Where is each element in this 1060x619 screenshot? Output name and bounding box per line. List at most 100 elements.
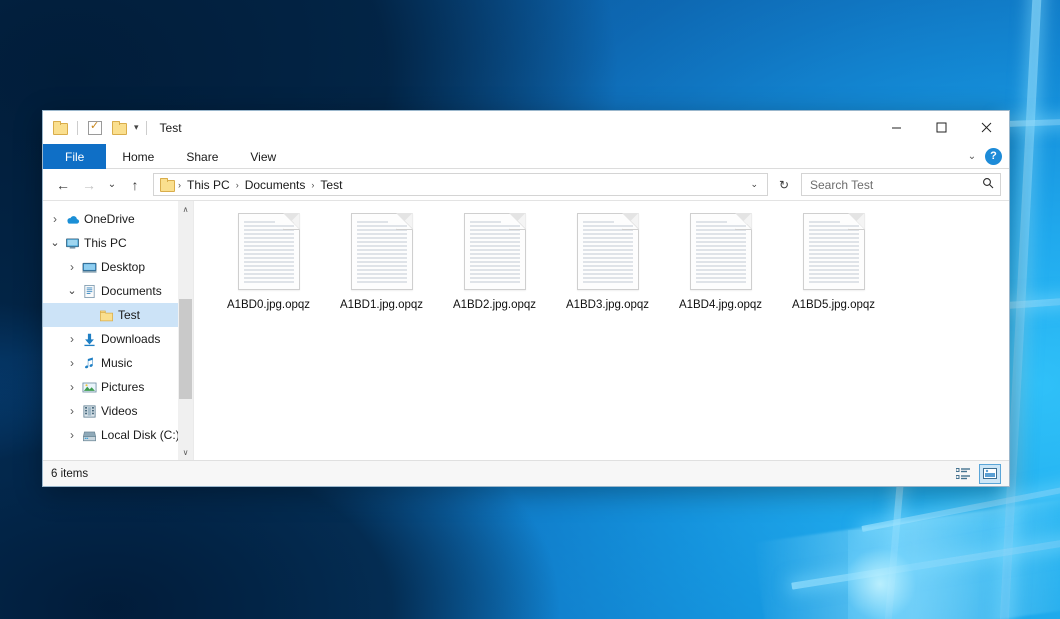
file-name-label: A1BD5.jpg.opqz: [792, 299, 875, 311]
chevron-right-icon[interactable]: ›: [64, 380, 80, 394]
folder-tree: ›OneDrive⌄This PC›Desktop⌄DocumentsTest›…: [43, 207, 193, 447]
sidebar-item-this-pc[interactable]: ⌄ This PC: [43, 231, 193, 255]
file-item[interactable]: A1BD1.jpg.opqz: [325, 209, 438, 327]
sidebar-item-videos[interactable]: › Videos: [43, 399, 193, 423]
desktop-icon: [80, 260, 98, 275]
breadcrumb-item-test[interactable]: Test: [315, 178, 347, 192]
sidebar-item-pictures[interactable]: › Pictures: [43, 375, 193, 399]
chevron-down-icon[interactable]: ⌄: [64, 288, 80, 294]
breadcrumb: › This PC › Documents › Test: [158, 178, 745, 192]
address-bar-row: ← → ⌄ ↑ › This PC › Documents › Test ⌄ ↻: [43, 169, 1009, 200]
maximize-icon: [936, 122, 947, 133]
sidebar-item-downloads[interactable]: ›Downloads: [43, 327, 193, 351]
pictures-icon: [80, 380, 98, 395]
documents-icon: [80, 284, 98, 299]
close-button[interactable]: [964, 111, 1009, 144]
search-input[interactable]: [808, 177, 982, 193]
explorer-body: ›OneDrive⌄This PC›Desktop⌄DocumentsTest›…: [43, 200, 1009, 460]
chevron-right-icon[interactable]: ›: [64, 428, 80, 442]
minimize-button[interactable]: [874, 111, 919, 144]
tab-share[interactable]: Share: [170, 144, 234, 169]
chevron-right-icon[interactable]: ›: [64, 260, 80, 274]
window-controls: [874, 111, 1009, 144]
title-bar: ▾ Test: [43, 111, 1009, 144]
large-icons-view-icon: [983, 468, 997, 479]
file-item[interactable]: A1BD5.jpg.opqz: [777, 209, 890, 327]
sidebar-item-label: Desktop: [98, 260, 145, 274]
chevron-down-icon[interactable]: ⌄: [47, 240, 63, 246]
sidebar-item-label: OneDrive: [81, 212, 135, 226]
chevron-right-icon[interactable]: ›: [47, 212, 63, 226]
ribbon-right-controls: ⌄ ?: [961, 144, 1009, 168]
sidebar-item-label: Music: [98, 356, 132, 370]
sidebar-item-documents[interactable]: ⌄Documents: [43, 279, 193, 303]
new-folder-icon[interactable]: [109, 118, 129, 138]
sidebar-item-label: Test: [115, 308, 140, 322]
chevron-down-icon[interactable]: ⌄: [961, 145, 983, 167]
sidebar-item-label: Videos: [98, 404, 137, 418]
refresh-button[interactable]: ↻: [773, 173, 795, 196]
sidebar-scrollbar[interactable]: ∧ ∨: [178, 201, 193, 460]
folder-icon[interactable]: [50, 118, 70, 138]
onedrive-cloud-icon: [63, 212, 81, 227]
sidebar-item-local-disk-c[interactable]: › Local Disk (C:): [43, 423, 193, 447]
hard-disk-icon: [80, 428, 98, 443]
sidebar-item-label: Pictures: [98, 380, 144, 394]
scroll-down-icon[interactable]: ∨: [178, 444, 193, 460]
folder-icon: [97, 308, 115, 323]
navigation-pane: ›OneDrive⌄This PC›Desktop⌄DocumentsTest›…: [43, 201, 193, 460]
generic-document-icon: [803, 213, 865, 290]
generic-document-icon: [690, 213, 752, 290]
search-box[interactable]: [801, 173, 1001, 196]
maximize-button[interactable]: [919, 111, 964, 144]
up-button[interactable]: ↑: [123, 173, 147, 197]
recent-locations-button[interactable]: ⌄: [103, 173, 121, 197]
sidebar-item-test[interactable]: Test: [43, 303, 193, 327]
status-bar: 6 items: [43, 460, 1009, 486]
desktop-wallpaper: ▾ Test File Home Share View: [0, 0, 1060, 619]
file-list-view[interactable]: A1BD0.jpg.opqz A1BD1.jpg.opqz A1BD2.jpg.op…: [193, 201, 1009, 460]
details-view-button[interactable]: [952, 464, 974, 484]
details-view-icon: [956, 468, 971, 480]
scrollbar-track[interactable]: [178, 217, 193, 444]
file-name-label: A1BD4.jpg.opqz: [679, 299, 762, 311]
search-icon[interactable]: [982, 177, 994, 192]
toolbar-divider: [77, 121, 78, 135]
back-button[interactable]: ←: [51, 173, 75, 197]
sidebar-item-onedrive[interactable]: › OneDrive: [43, 207, 193, 231]
minimize-icon: [891, 122, 902, 133]
sidebar-item-music[interactable]: › Music: [43, 351, 193, 375]
sidebar-item-label: Local Disk (C:): [98, 428, 180, 442]
chevron-down-icon[interactable]: ⌄: [745, 179, 763, 190]
file-explorer-window: ▾ Test File Home Share View: [42, 110, 1010, 487]
file-name-label: A1BD1.jpg.opqz: [340, 299, 423, 311]
scroll-up-icon[interactable]: ∧: [178, 201, 193, 217]
chevron-right-icon[interactable]: ›: [64, 332, 80, 346]
document-lines: [470, 221, 520, 284]
file-item[interactable]: A1BD3.jpg.opqz: [551, 209, 664, 327]
document-lines: [583, 221, 633, 284]
file-item[interactable]: A1BD2.jpg.opqz: [438, 209, 551, 327]
windows-logo-pane: [861, 484, 1060, 532]
chevron-right-icon[interactable]: ›: [64, 356, 80, 370]
breadcrumb-item-documents[interactable]: Documents: [240, 178, 311, 192]
tab-file[interactable]: File: [43, 144, 106, 169]
document-lines: [244, 221, 294, 284]
large-icons-view-button[interactable]: [979, 464, 1001, 484]
sidebar-item-label: This PC: [81, 236, 127, 250]
tab-home[interactable]: Home: [106, 144, 170, 169]
window-title: Test: [160, 121, 182, 135]
tab-view[interactable]: View: [234, 144, 292, 169]
generic-document-icon: [464, 213, 526, 290]
help-icon[interactable]: ?: [985, 148, 1002, 165]
address-bar[interactable]: › This PC › Documents › Test ⌄: [153, 173, 768, 196]
file-item[interactable]: A1BD4.jpg.opqz: [664, 209, 777, 327]
breadcrumb-item-this-pc[interactable]: This PC: [182, 178, 235, 192]
chevron-right-icon[interactable]: ›: [64, 404, 80, 418]
sidebar-item-desktop[interactable]: › Desktop: [43, 255, 193, 279]
chevron-down-icon[interactable]: ▾: [134, 123, 139, 132]
properties-checkbox-icon[interactable]: [85, 118, 105, 138]
file-item[interactable]: A1BD0.jpg.opqz: [212, 209, 325, 327]
generic-document-icon: [351, 213, 413, 290]
scrollbar-thumb[interactable]: [179, 299, 192, 399]
